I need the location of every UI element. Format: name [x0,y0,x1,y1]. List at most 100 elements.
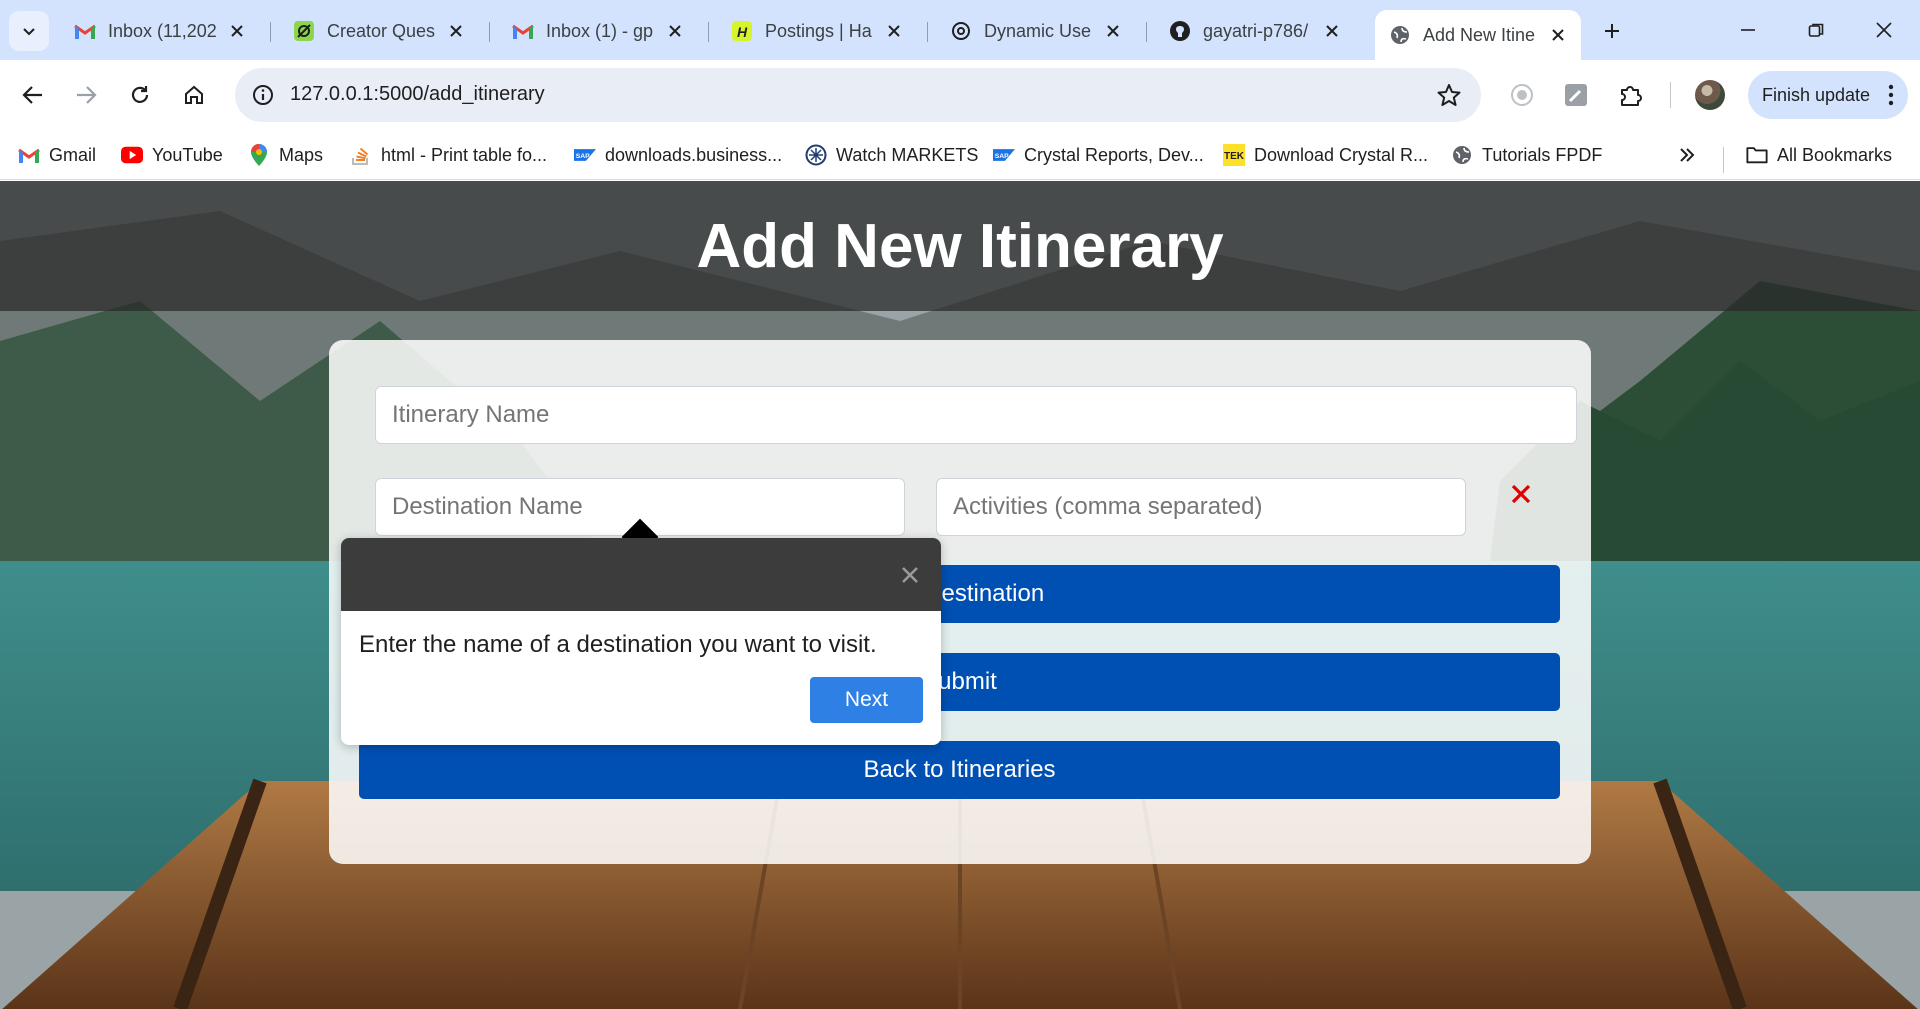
chevron-down-icon [23,28,35,36]
tab-inbox[interactable]: Inbox (11,202) [60,10,260,52]
maps-icon [248,144,270,166]
close-tab-icon[interactable] [885,22,903,40]
bookmark-downloads-business[interactable]: SAP downloads.business... [574,140,782,170]
page-viewport: Add New Itinerary Add Destination Submit… [0,181,1920,1009]
tab-search-button[interactable] [9,11,49,51]
extension-recorder-icon[interactable] [1502,75,1542,115]
more-vert-icon [1888,83,1894,112]
globe-icon [1451,144,1473,166]
bookmark-youtube[interactable]: YouTube [121,140,223,170]
openai-icon [950,20,972,42]
page-title: Add New Itinerary [696,212,1224,281]
tab-creator-quest[interactable]: Creator Quest [279,10,479,52]
close-tab-icon[interactable] [228,22,246,40]
all-bookmarks-label: All Bookmarks [1777,144,1893,165]
bookmark-download-crystal[interactable]: TEK Download Crystal R... [1223,140,1428,170]
itinerary-name-input[interactable] [375,386,1577,444]
tab-title: Inbox (1) - gp [546,20,654,41]
close-tab-icon[interactable] [1323,22,1341,40]
more-bookmarks-button[interactable] [1678,140,1696,170]
home-button[interactable] [174,75,214,115]
extension-edit-icon[interactable] [1556,75,1596,115]
minimize-icon [1741,29,1755,31]
tek-icon: TEK [1223,144,1245,166]
bookmark-label: downloads.business... [605,144,783,165]
restore-icon [1808,23,1824,37]
gmail-icon [512,20,534,42]
markets-icon [805,144,827,166]
tab-divider [270,22,271,42]
finish-update-button[interactable]: Finish update [1748,71,1908,119]
tab-add-new-itinerary[interactable]: Add New Itine [1375,10,1581,60]
tab-title: Dynamic User [984,20,1092,41]
all-bookmarks-button[interactable]: All Bookmarks [1746,140,1892,170]
minimize-button[interactable] [1726,12,1770,48]
tab-title: Postings | Han [765,20,873,41]
toolbar-divider [1670,82,1671,108]
extensions-puzzle-icon[interactable] [1610,75,1650,115]
bookmarks-bar: Gmail YouTube Maps html - Print table fo… [0,130,1920,180]
browser-toolbar: 127.0.0.1:5000/add_itinerary Finish upda… [0,60,1920,130]
bookmark-gmail[interactable]: Gmail [18,140,96,170]
bookmarks-divider [1723,147,1724,173]
tab-title: Inbox (11,202) [108,20,216,41]
reload-button[interactable] [120,75,160,115]
tab-divider [1146,22,1147,42]
back-to-itineraries-button[interactable]: Back to Itineraries [359,741,1560,799]
forward-button[interactable] [66,75,106,115]
tab-divider [708,22,709,42]
arrow-left-icon [22,86,42,104]
bookmark-label: Download Crystal R... [1254,144,1429,165]
next-button[interactable]: Next [810,677,923,723]
svg-text:H: H [737,24,748,40]
arrow-right-icon [77,86,97,104]
tab-title: gayatri-p786/ [1203,20,1309,41]
svg-text:TEK: TEK [1224,151,1245,162]
bookmark-maps[interactable]: Maps [248,140,323,170]
tour-popover: Enter the name of a destination you want… [341,538,941,745]
bookmark-stackoverflow[interactable]: html - Print table fo... [350,140,547,170]
profile-avatar[interactable] [1695,80,1725,110]
folder-icon [1746,144,1768,166]
double-chevron-right-icon [1680,148,1695,162]
close-tab-icon[interactable] [1549,26,1567,44]
globe-icon [1389,24,1411,46]
bookmark-watch-markets[interactable]: Watch MARKETS [805,140,978,170]
close-tab-icon[interactable] [1104,22,1122,40]
bookmark-tutorials-fpdf[interactable]: Tutorials FPDF [1451,140,1602,170]
close-icon[interactable] [897,562,923,588]
activities-input[interactable] [936,478,1466,536]
github-icon [1169,20,1191,42]
tab-postings[interactable]: H Postings | Han [717,10,917,52]
youtube-icon [121,144,143,166]
remove-destination-icon[interactable] [1506,479,1536,509]
close-window-button[interactable] [1862,12,1906,48]
bookmark-crystal-reports[interactable]: SAP Crystal Reports, Dev... [993,140,1204,170]
svg-text:SAP: SAP [995,153,1009,160]
sap-icon: SAP [993,144,1015,166]
bookmark-label: Maps [279,144,324,165]
gmail-icon [18,144,40,166]
bookmark-star-icon[interactable] [1435,81,1463,109]
tab-github[interactable]: gayatri-p786/ [1155,10,1355,52]
sap-icon: SAP [574,144,596,166]
tab-divider [489,22,490,42]
bookmark-label: html - Print table fo... [381,144,548,165]
plus-icon [1605,24,1619,38]
url-text[interactable]: 127.0.0.1:5000/add_itinerary [290,83,545,106]
restore-button[interactable] [1794,12,1838,48]
address-bar[interactable]: 127.0.0.1:5000/add_itinerary [235,68,1481,122]
tab-strip: Inbox (11,202) Creator Quest Inbox (1) -… [0,0,1920,60]
back-button[interactable] [13,75,53,115]
tab-dynamic-user[interactable]: Dynamic User [936,10,1136,52]
bookmark-label: Gmail [49,144,97,165]
tab-inbox-gp[interactable]: Inbox (1) - gp [498,10,698,52]
handshake-icon: H [731,20,753,42]
new-tab-button[interactable] [1595,14,1629,48]
close-tab-icon[interactable] [447,22,465,40]
stackoverflow-icon [350,144,372,166]
gmail-icon [74,20,96,42]
site-info-icon[interactable] [249,81,277,109]
svg-text:SAP: SAP [576,153,590,160]
close-tab-icon[interactable] [666,22,684,40]
